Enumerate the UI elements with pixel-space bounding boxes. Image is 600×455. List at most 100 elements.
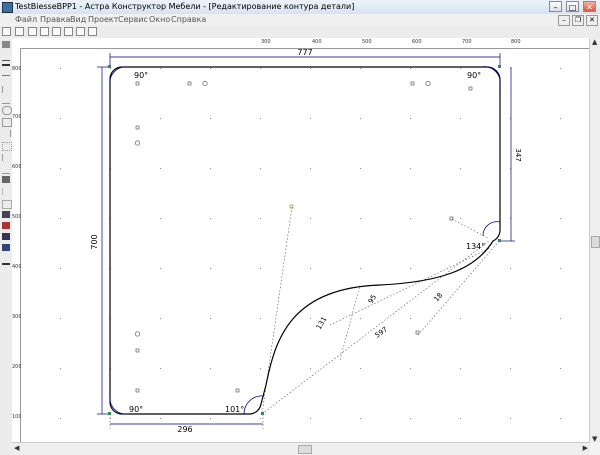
grid-dot (210, 368, 211, 369)
toolbar-btn-new[interactable] (2, 27, 11, 36)
grid-dot (260, 118, 261, 119)
menu-help[interactable]: Справка (171, 15, 206, 24)
tool-pointer-icon[interactable] (2, 41, 10, 48)
mdi-minimize-icon[interactable]: – (558, 15, 570, 26)
toolbar-btn-select[interactable] (40, 27, 49, 36)
tool-table-icon[interactable] (2, 233, 10, 240)
dim-left-height[interactable]: 700 (90, 234, 99, 249)
app-icon (2, 2, 13, 13)
drawing-canvas[interactable]: 777 700 347 296 131 597 95 18 90° 90° 90… (21, 49, 589, 443)
grid-dot (410, 168, 411, 169)
grid-dot (360, 418, 361, 419)
grid-dot (460, 168, 461, 169)
menu-project[interactable]: Проект (88, 15, 118, 24)
grid-dot (560, 118, 561, 119)
grid-dot (310, 218, 311, 219)
tool-tree-icon[interactable] (2, 222, 10, 229)
tool-segment-icon[interactable] (2, 86, 11, 93)
grid-dot (410, 418, 411, 419)
mdi-restore-icon[interactable]: ❐ (572, 15, 584, 26)
grid-dot (260, 318, 261, 319)
grid-dot (560, 168, 561, 169)
tool-offset-icon[interactable] (2, 142, 12, 151)
ruler-h-tick: 600 (412, 39, 422, 45)
tool-bar-icon[interactable] (2, 188, 11, 195)
dim-right-height[interactable]: 347 (514, 148, 522, 161)
tool-ok-icon[interactable] (2, 256, 10, 265)
grid-dot (410, 218, 411, 219)
grid-dot (260, 168, 261, 169)
tool-arrow-icon[interactable] (2, 200, 12, 209)
grid-dot (460, 418, 461, 419)
tool-plus-icon[interactable] (2, 53, 10, 61)
window-title: TestBiesseBPP1 - Астра Конструктор Мебел… (15, 2, 355, 11)
grid-dot (310, 318, 311, 319)
menu-view[interactable]: Вид (70, 15, 86, 24)
vertical-scrollbar[interactable]: ▲ ▼ (589, 38, 600, 443)
ruler-h-tick: 500 (362, 39, 372, 45)
minimize-button[interactable]: – (549, 1, 562, 12)
scroll-down-icon[interactable]: ▼ (592, 435, 597, 443)
grid-dot (160, 268, 161, 269)
tool-line-icon[interactable] (2, 64, 10, 73)
grid-dot (60, 368, 61, 369)
grid-dot (210, 68, 211, 69)
grid-dot (460, 118, 461, 119)
close-button[interactable]: ✕ (583, 1, 596, 12)
grid-dot (310, 368, 311, 369)
tool-mirror-icon[interactable] (2, 154, 11, 161)
grid-dot (60, 418, 61, 419)
maximize-button[interactable]: □ (566, 1, 579, 12)
tool-trim-icon[interactable] (2, 166, 10, 174)
toolbar-btn-move[interactable] (52, 27, 61, 36)
grid-dot (210, 418, 211, 419)
grid-dot (310, 118, 311, 119)
grid-dot (360, 368, 361, 369)
toolbar-btn-pen[interactable] (28, 27, 37, 36)
ruler-h-tick: 300 (261, 39, 271, 45)
toolbar-btn-rotate[interactable] (64, 27, 73, 36)
grid-dot (360, 68, 361, 69)
grid-dot (410, 318, 411, 319)
grid-dot (260, 68, 261, 69)
grid-dot (360, 118, 361, 119)
angle-right-corner: 134° (466, 242, 485, 251)
scroll-left-icon[interactable]: ◀ (14, 444, 19, 452)
menu-service[interactable]: Сервис (118, 15, 148, 24)
tool-arc-icon[interactable] (2, 106, 12, 115)
angle-bottom-right: 101° (225, 405, 244, 414)
tool-corner-icon[interactable] (2, 96, 10, 104)
horizontal-scrollbar[interactable]: ◀ ▶ (12, 442, 590, 455)
toolbar-btn-arc[interactable] (76, 27, 85, 36)
grid-dot (460, 218, 461, 219)
grid-dot (560, 418, 561, 419)
tool-chamfer-icon[interactable] (2, 130, 11, 137)
grid-dot (560, 218, 561, 219)
tool-hline-icon[interactable] (2, 75, 10, 83)
scroll-up-icon[interactable]: ▲ (592, 38, 597, 46)
horizontal-scroll-thumb[interactable] (298, 445, 312, 454)
menu-edit[interactable]: Правка (40, 15, 70, 24)
dim-top-width[interactable]: 777 (297, 49, 312, 57)
dim-bottom-width[interactable]: 296 (177, 425, 192, 434)
grid-dot (210, 268, 211, 269)
tool-ruler-icon[interactable] (2, 244, 10, 251)
grid-dot (410, 118, 411, 119)
grid-dot (260, 368, 261, 369)
scroll-right-icon[interactable]: ▶ (583, 444, 588, 452)
toolbar-btn-print[interactable] (88, 27, 97, 36)
tool-grid-icon[interactable] (2, 176, 10, 183)
title-bar: TestBiesseBPP1 - Астра Конструктор Мебел… (0, 0, 600, 15)
menu-file[interactable]: Файл (15, 15, 37, 24)
grid-dot (110, 68, 111, 69)
grid-dot (310, 418, 311, 419)
toolbar-btn-pencil[interactable] (15, 27, 24, 36)
tool-chart-icon[interactable] (2, 211, 10, 218)
mdi-close-icon[interactable]: ✕ (586, 15, 598, 26)
menu-window[interactable]: Окно (149, 15, 170, 24)
angle-top-right: 90° (467, 71, 481, 80)
grid-dot (560, 318, 561, 319)
tool-fillet-icon[interactable] (2, 118, 12, 127)
mdi-controls: – ❐ ✕ (556, 15, 598, 26)
vertical-scroll-thumb[interactable] (591, 236, 600, 248)
